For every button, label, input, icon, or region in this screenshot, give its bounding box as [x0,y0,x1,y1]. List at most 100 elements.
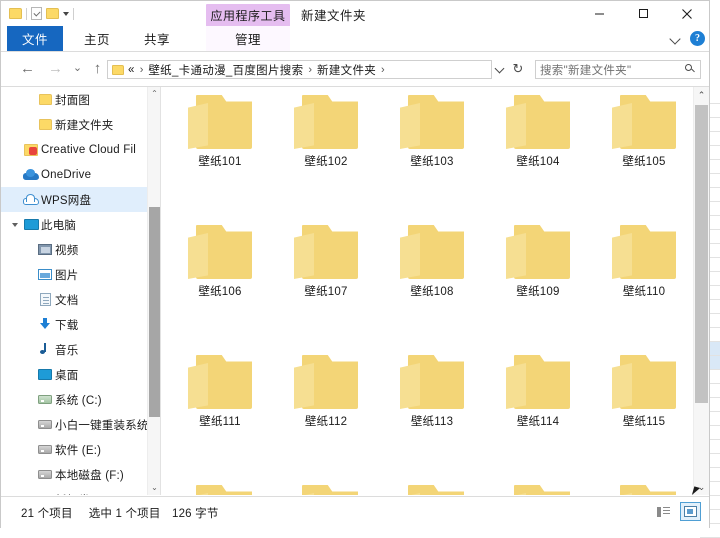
folder-icon [112,64,124,75]
file-item[interactable]: 壁纸112 [273,345,379,457]
file-item[interactable]: 壁纸109 [485,215,591,327]
close-button[interactable] [665,1,709,26]
file-item-label: 壁纸111 [199,416,241,428]
chevron-up-icon: ⌃ [151,89,158,98]
chevron-down-icon[interactable] [63,11,69,16]
tab-1[interactable]: 主页 [69,26,125,51]
toolbar-divider [26,7,27,20]
back-arrow-icon[interactable]: ← [19,60,36,77]
sidebar-item-0[interactable]: 封面图 [1,87,153,112]
folder-icon[interactable] [9,8,22,19]
sidebar-item-2[interactable]: Creative Cloud Fil [1,137,153,162]
file-item[interactable]: 壁纸107 [273,215,379,327]
sidebar-item-12[interactable]: 系统 (C:) [1,387,153,412]
properties-icon[interactable] [31,7,42,20]
tab-0[interactable]: 文件 [7,26,63,51]
downloads-icon [35,312,55,337]
file-item[interactable]: 壁纸113 [379,345,485,457]
tab-2[interactable]: 共享 [129,26,185,51]
sidebar-item-16[interactable]: 新加卷 (G:) [1,487,153,496]
file-item[interactable] [167,475,273,495]
file-item-label: 壁纸114 [516,416,560,428]
folder-icon [400,91,464,149]
sidebar-item-13[interactable]: 小白一键重装系统 [1,412,153,437]
sidebar-item-3[interactable]: OneDrive [1,162,153,187]
details-view-icon[interactable] [653,502,674,521]
selection-count: 选中 1 个项目 [88,508,161,520]
sidebar-item-9[interactable]: 下载 [1,312,153,337]
sidebar-item-label: Creative Cloud Fil [41,143,136,156]
sidebar-item-14[interactable]: 软件 (E:) [1,437,153,462]
file-item[interactable] [591,475,693,495]
new-folder-icon[interactable] [46,8,59,19]
file-item-label: 壁纸108 [410,286,454,298]
recent-locations-icon[interactable]: ⌄ [69,60,86,77]
breadcrumb[interactable]: « › 壁纸_卡通动漫_百度图片搜索 › 新建文件夹 › [107,60,492,79]
minimize-button[interactable] [577,1,621,26]
file-item[interactable]: 壁纸108 [379,215,485,327]
toolbar-divider [73,7,74,20]
maximize-button[interactable] [621,1,665,26]
folder-icon [506,91,570,149]
chevron-down-icon[interactable] [670,33,681,44]
folder-icon [294,91,358,149]
breadcrumb-item-1[interactable]: 新建文件夹 [317,62,376,78]
file-item[interactable]: 壁纸103 [379,87,485,197]
file-item[interactable]: 壁纸106 [167,215,273,327]
file-item[interactable]: 壁纸114 [485,345,591,457]
file-item[interactable] [379,475,485,495]
file-item[interactable]: 壁纸102 [273,87,379,197]
file-item[interactable]: 壁纸104 [485,87,591,197]
music-icon [35,337,55,362]
folder-icon [400,481,464,495]
file-item[interactable]: 壁纸110 [591,215,693,327]
folder-icon [400,221,464,279]
search-icon[interactable] [685,64,696,75]
sidebar-item-6[interactable]: 视频 [1,237,153,262]
file-item[interactable] [485,475,591,495]
sidebar-item-label: WPS网盘 [41,194,92,207]
file-item[interactable]: 壁纸115 [591,345,693,457]
tab-4[interactable]: 管理 [206,26,290,51]
large-icons-view-icon[interactable] [680,502,701,521]
file-item-label: 壁纸103 [410,156,454,168]
chevron-down-icon[interactable] [495,64,506,75]
ribbon-tab-strip: 文件主页共享查看管理 [1,26,709,51]
contextual-tab-header[interactable]: 应用程序工具 [206,4,290,26]
folder-icon [188,91,252,149]
file-list-view[interactable]: 壁纸101 壁纸102 壁纸103 壁纸104 壁纸105 壁纸106 壁纸107 壁纸108… [161,87,693,495]
sidebar-item-5[interactable]: 此电脑 [1,212,153,237]
file-item[interactable] [273,475,379,495]
file-item[interactable]: 壁纸105 [591,87,693,197]
folder-icon [400,351,464,409]
breadcrumb-item-0[interactable]: 壁纸_卡通动漫_百度图片搜索 [148,62,303,78]
view-toggle-group [653,502,701,521]
sidebar-item-label: OneDrive [41,168,92,181]
sidebar-scroll-thumb[interactable] [149,207,160,417]
content-scroll-up-button[interactable]: ⌃ [694,87,709,103]
sidebar-item-label: 系统 (C:) [55,394,102,407]
sidebar-item-1[interactable]: 新建文件夹 [1,112,153,137]
sidebar-item-11[interactable]: 桌面 [1,362,153,387]
expander-icon[interactable] [9,212,21,237]
sidebar-item-label: 桌面 [55,369,79,382]
sidebar-scrollbar[interactable]: ⌃ ⌄ [147,87,161,495]
sidebar-item-label: 视频 [55,244,79,257]
content-scroll-thumb[interactable] [695,105,708,403]
file-item-label: 壁纸101 [198,156,242,168]
file-item[interactable]: 壁纸111 [167,345,273,457]
drive-icon [35,437,55,462]
up-arrow-icon[interactable]: ↑ [89,60,106,77]
sidebar-item-10[interactable]: 音乐 [1,337,153,362]
sidebar-item-7[interactable]: 图片 [1,262,153,287]
file-item[interactable]: 壁纸101 [167,87,273,197]
search-input[interactable]: 搜索"新建文件夹" [535,60,701,79]
sidebar-item-15[interactable]: 本地磁盘 (F:) [1,462,153,487]
content-scrollbar[interactable]: ⌃ ⌄ [693,87,709,495]
sidebar-item-8[interactable]: 文档 [1,287,153,312]
refresh-icon[interactable]: ↻ [510,61,526,77]
forward-arrow-icon[interactable]: → [47,60,64,77]
sidebar-item-4[interactable]: WPS网盘 [1,187,153,212]
help-icon[interactable]: ? [690,31,705,46]
